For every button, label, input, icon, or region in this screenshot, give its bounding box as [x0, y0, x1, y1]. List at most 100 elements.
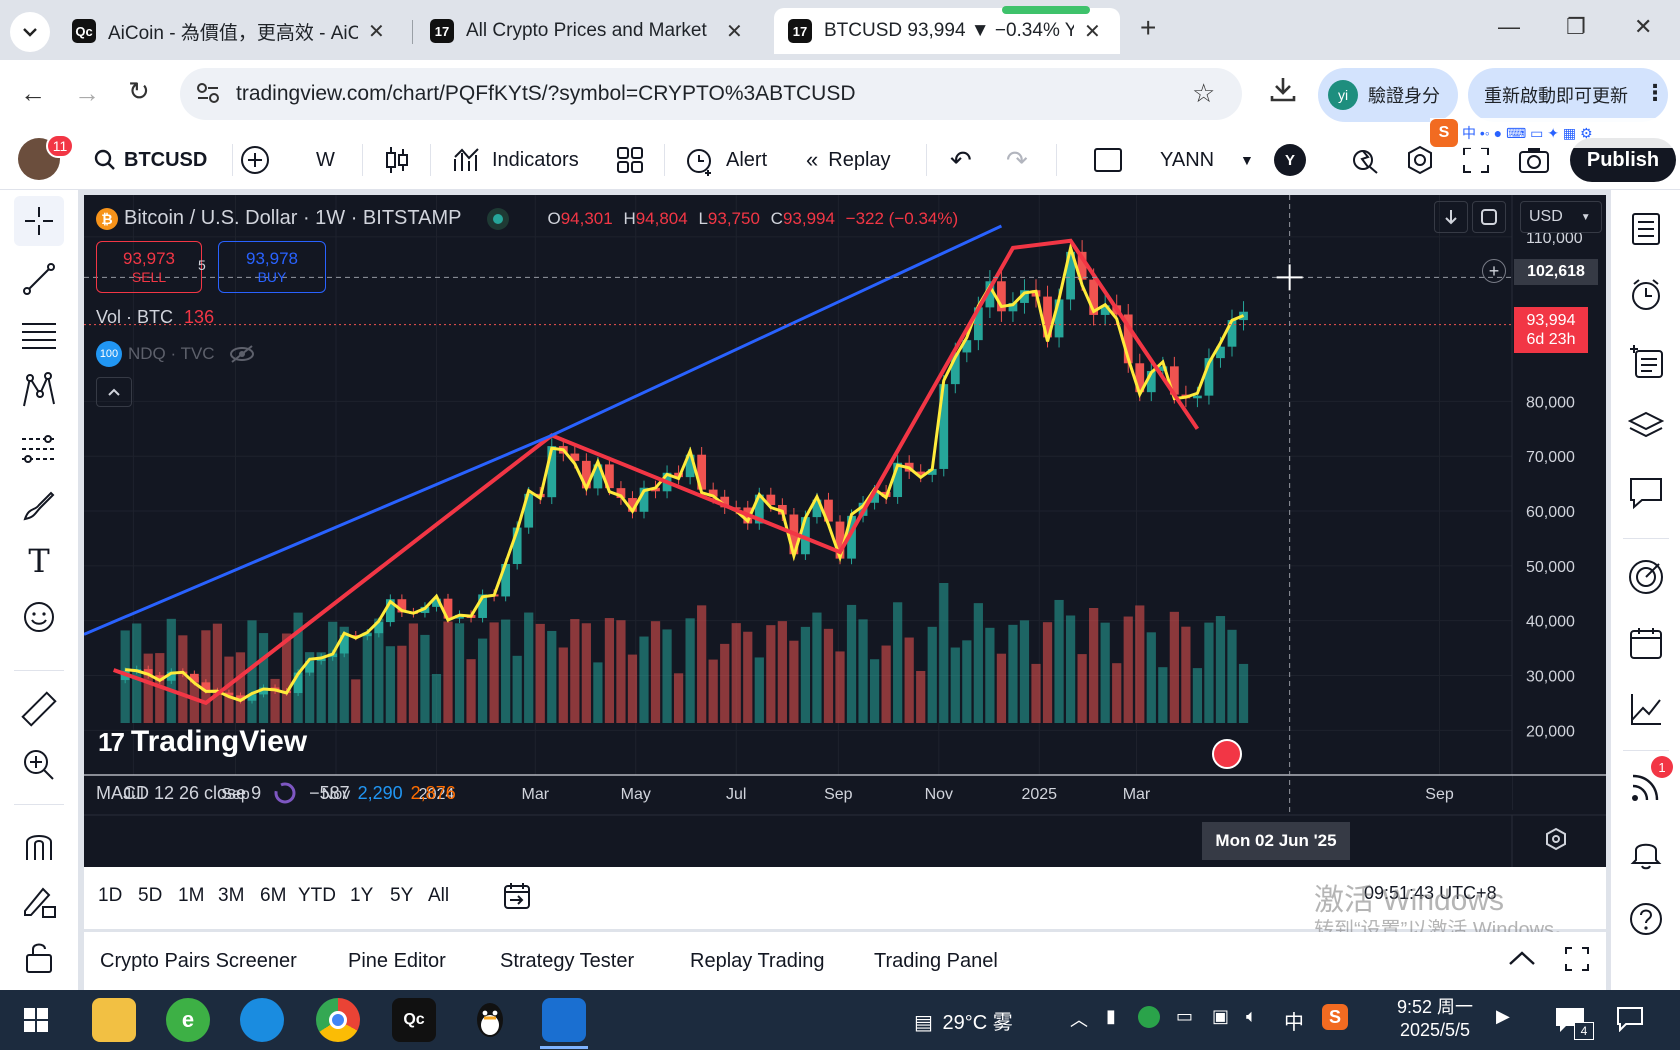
- alert-button[interactable]: Alert: [684, 130, 767, 190]
- range-button-1d[interactable]: 1D: [98, 885, 122, 907]
- tray-chevron-up-icon[interactable]: ︿: [1070, 1006, 1088, 1032]
- windows-start-icon[interactable]: [14, 998, 58, 1042]
- download-icon[interactable]: [1268, 74, 1298, 109]
- back-icon[interactable]: ←: [20, 78, 46, 109]
- bottom-tab-trading-panel[interactable]: Trading Panel: [874, 950, 998, 973]
- forward-icon[interactable]: →: [74, 78, 100, 109]
- redo-icon[interactable]: ↷: [1006, 130, 1028, 190]
- tray-network-icon[interactable]: ▣: [1212, 1006, 1229, 1027]
- volume-legend[interactable]: Vol · BTC 136: [96, 307, 214, 328]
- technicals-icon[interactable]: [1623, 686, 1669, 732]
- zoom-tool[interactable]: [14, 740, 64, 790]
- tray-ime-indicator[interactable]: 中: [1284, 1006, 1304, 1035]
- chart-pane[interactable]: 110,000 80,000 70,000 60,000 50,000 40,000 30,…: [84, 195, 1606, 867]
- notifications-bell-icon[interactable]: [1623, 830, 1669, 876]
- macd-legend[interactable]: MACD 12 26 close 9 −587 2,290 2,876: [96, 781, 456, 805]
- pattern-tool[interactable]: [14, 366, 64, 416]
- us-flag-event-icon[interactable]: [1212, 739, 1242, 769]
- taskbar-clock[interactable]: 9:52 周一 2025/5/5: [1380, 996, 1490, 1043]
- range-button-3m[interactable]: 3M: [218, 885, 244, 907]
- ime-floating-toolbar[interactable]: S 中 •◦ ● ⌨ ▭ ✦ ▦ ⚙: [1430, 118, 1680, 148]
- aicoin-app-icon[interactable]: Qc: [392, 998, 436, 1042]
- site-settings-icon[interactable]: [196, 82, 220, 110]
- menu-kebab-icon[interactable]: ⋮: [1644, 80, 1666, 106]
- close-icon[interactable]: ✕: [726, 19, 743, 44]
- add-alert-plus-icon[interactable]: +: [1482, 259, 1506, 283]
- range-button-5y[interactable]: 5Y: [390, 885, 413, 907]
- brush-tool[interactable]: [14, 480, 64, 530]
- sell-button[interactable]: 93,973 SELL: [96, 241, 202, 293]
- currency-select[interactable]: USD ▼: [1520, 201, 1602, 233]
- interval-button[interactable]: W: [316, 130, 335, 190]
- trendline-tool[interactable]: [14, 254, 64, 304]
- tab-aicoin[interactable]: Qc AiCoin - 為價值，更高效 - AiC ✕: [58, 8, 408, 54]
- compare-button[interactable]: [240, 130, 270, 190]
- fib-tool[interactable]: [14, 310, 64, 360]
- bookmark-star-icon[interactable]: ☆: [1192, 78, 1215, 109]
- range-button-5d[interactable]: 5D: [138, 885, 162, 907]
- reset-scale-button[interactable]: [1472, 201, 1506, 233]
- undo-icon[interactable]: ↶: [950, 130, 972, 190]
- reload-icon[interactable]: ↻: [128, 76, 150, 107]
- bottom-tab-replay-trading[interactable]: Replay Trading: [690, 950, 825, 973]
- goto-date-icon[interactable]: [502, 881, 532, 916]
- watchlist-icon[interactable]: [1623, 206, 1669, 252]
- help-icon[interactable]: [1623, 896, 1669, 942]
- layout-select-button[interactable]: [1094, 130, 1122, 190]
- alerts-clock-icon[interactable]: [1623, 272, 1669, 318]
- tab-search-button[interactable]: [10, 12, 50, 52]
- range-button-ytd[interactable]: YTD: [298, 885, 336, 907]
- new-tab-button[interactable]: +: [1140, 12, 1156, 44]
- chat-icon[interactable]: [1623, 470, 1669, 516]
- maximize-panel-icon[interactable]: [1564, 946, 1590, 977]
- lock-tool[interactable]: [14, 932, 64, 982]
- bottom-tab-crypto-pairs-screener[interactable]: Crypto Pairs Screener: [100, 950, 297, 973]
- text-tool-icon[interactable]: T: [14, 536, 64, 586]
- symbol-legend[interactable]: ₿ Bitcoin / U.S. Dollar · 1W · BITSTAMP …: [96, 207, 958, 230]
- chevron-down-icon[interactable]: ▼: [1240, 130, 1254, 190]
- restore-icon[interactable]: ❐: [1566, 14, 1586, 40]
- chrome-browser-icon[interactable]: [316, 998, 360, 1042]
- close-window-icon[interactable]: ✕: [1634, 14, 1652, 40]
- tab-btcusd[interactable]: 17 BTCUSD 93,994 ▼ −0.34% YA ✕: [774, 6, 1120, 54]
- scroll-to-latest-button[interactable]: [1434, 201, 1468, 233]
- eye-hidden-icon[interactable]: [229, 345, 255, 363]
- ruler-tool[interactable]: [14, 684, 64, 734]
- layers-icon[interactable]: [1623, 404, 1669, 450]
- range-button-1y[interactable]: 1Y: [350, 885, 373, 907]
- tray-screen-icon[interactable]: ▶: [1496, 1006, 1510, 1027]
- close-icon[interactable]: ✕: [1084, 19, 1101, 44]
- time-axis-settings-icon[interactable]: [1544, 827, 1568, 856]
- calendar-icon[interactable]: [1623, 620, 1669, 666]
- bottom-tab-pine-editor[interactable]: Pine Editor: [348, 950, 446, 973]
- close-icon[interactable]: ✕: [368, 19, 385, 44]
- ndq-overlay-legend[interactable]: 100 NDQ · TVC: [96, 341, 255, 367]
- tray-mic-icon[interactable]: ▮: [1106, 1006, 1116, 1027]
- layout-name[interactable]: YANN: [1160, 130, 1214, 190]
- drawing-mode-tool[interactable]: [14, 876, 64, 926]
- range-button-1m[interactable]: 1M: [178, 885, 204, 907]
- edge-browser-icon[interactable]: [240, 998, 284, 1042]
- replay-button[interactable]: « Replay: [806, 130, 891, 190]
- tray-volume-icon[interactable]: 🔈︎: [1246, 1006, 1257, 1027]
- magnet-tool[interactable]: [14, 820, 64, 870]
- ie-browser-icon[interactable]: e: [166, 998, 210, 1042]
- symbol-search-button[interactable]: BTCUSD: [94, 130, 207, 190]
- file-explorer-icon[interactable]: [92, 998, 136, 1042]
- crosshair-tool[interactable]: [14, 196, 64, 246]
- range-button-6m[interactable]: 6M: [260, 885, 286, 907]
- profile-button[interactable]: yi 驗證身分: [1318, 68, 1458, 122]
- user-initial-avatar[interactable]: Y: [1274, 144, 1306, 176]
- emoji-tool[interactable]: [14, 592, 64, 642]
- tray-sogou-icon[interactable]: S: [1322, 1004, 1348, 1030]
- ideas-target-icon[interactable]: [1623, 554, 1669, 600]
- bottom-tab-strategy-tester[interactable]: Strategy Tester: [500, 950, 634, 973]
- price-chart[interactable]: 110,00080,00070,00060,00050,00040,00030,…: [84, 195, 1606, 867]
- minimize-icon[interactable]: —: [1498, 14, 1520, 40]
- video-app-icon[interactable]: [542, 998, 586, 1042]
- chevron-up-icon[interactable]: [1508, 950, 1536, 971]
- range-button-all[interactable]: All: [428, 885, 449, 907]
- qq-penguin-icon[interactable]: [468, 998, 512, 1042]
- weather-widget[interactable]: ▤ 29°C 雾: [914, 1006, 1013, 1035]
- tray-security-icon[interactable]: [1138, 1006, 1160, 1028]
